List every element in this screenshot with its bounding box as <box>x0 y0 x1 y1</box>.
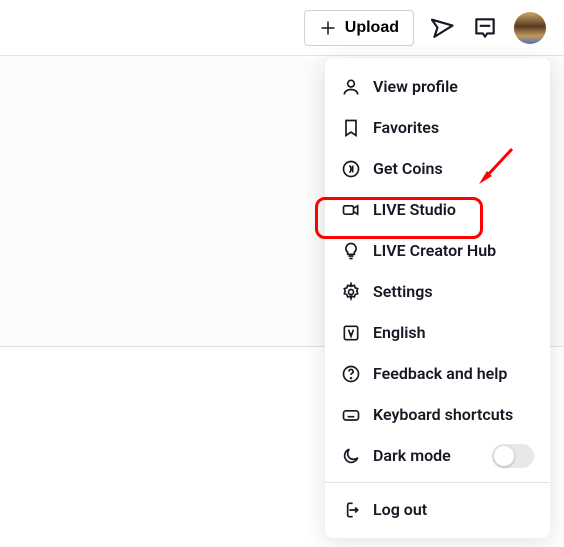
upload-button[interactable]: Upload <box>304 10 414 46</box>
video-camera-icon <box>341 200 361 220</box>
menu-separator <box>325 482 550 483</box>
menu-item-label: English <box>373 323 534 342</box>
menu-item-label: Dark mode <box>373 446 480 465</box>
menu-item-label: LIVE Studio <box>373 200 534 219</box>
person-icon <box>341 77 361 97</box>
language-icon <box>341 323 361 343</box>
avatar[interactable] <box>514 12 546 44</box>
menu-item-view-profile[interactable]: View profile <box>325 66 550 107</box>
menu-item-get-coins[interactable]: Get Coins <box>325 148 550 189</box>
menu-item-label: Feedback and help <box>373 364 534 383</box>
question-icon <box>341 364 361 384</box>
menu-item-language[interactable]: English <box>325 312 550 353</box>
coin-icon <box>341 159 361 179</box>
menu-item-favorites[interactable]: Favorites <box>325 107 550 148</box>
menu-item-label: Settings <box>373 282 534 301</box>
menu-item-label: Favorites <box>373 118 534 137</box>
menu-item-label: View profile <box>373 77 534 96</box>
menu-item-logout[interactable]: Log out <box>325 489 550 530</box>
plus-icon <box>319 19 337 37</box>
menu-item-dark-mode[interactable]: Dark mode <box>325 435 550 476</box>
upload-button-label: Upload <box>345 19 399 37</box>
menu-item-label: Log out <box>373 500 534 519</box>
menu-item-keyboard-shortcuts[interactable]: Keyboard shortcuts <box>325 394 550 435</box>
lightbulb-icon <box>341 241 361 261</box>
menu-item-label: LIVE Creator Hub <box>373 241 534 260</box>
menu-item-label: Get Coins <box>373 159 534 178</box>
menu-item-label: Keyboard shortcuts <box>373 405 534 424</box>
inbox-icon[interactable] <box>472 15 498 41</box>
profile-dropdown: View profile Favorites Get Coins LIVE St… <box>325 58 550 538</box>
menu-item-live-studio[interactable]: LIVE Studio <box>325 189 550 230</box>
top-bar: Upload <box>0 0 564 56</box>
messages-icon[interactable] <box>430 15 456 41</box>
logout-icon <box>341 500 361 520</box>
menu-item-settings[interactable]: Settings <box>325 271 550 312</box>
moon-icon <box>341 446 361 466</box>
gear-icon <box>341 282 361 302</box>
dark-mode-toggle[interactable] <box>492 444 534 468</box>
menu-item-feedback[interactable]: Feedback and help <box>325 353 550 394</box>
menu-item-live-creator-hub[interactable]: LIVE Creator Hub <box>325 230 550 271</box>
keyboard-icon <box>341 405 361 425</box>
bookmark-icon <box>341 118 361 138</box>
